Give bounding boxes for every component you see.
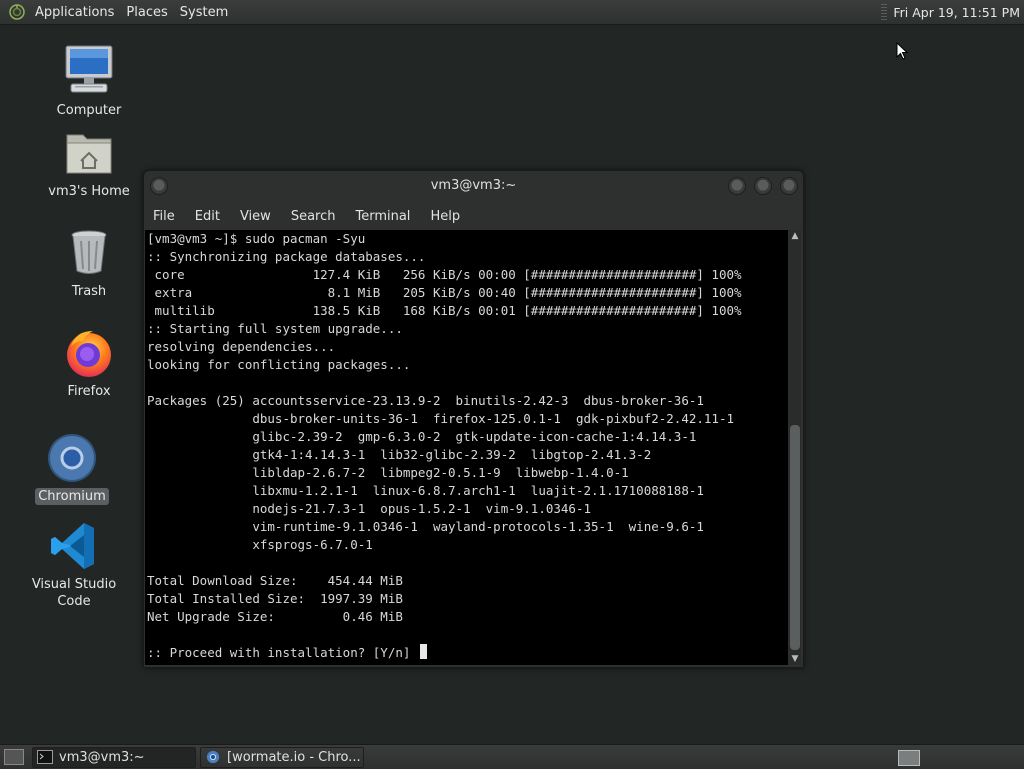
terminal-output[interactable]: [vm3@vm3 ~]$ sudo pacman -Syu:: Synchron…: [145, 230, 788, 665]
top-panel: Applications Places System Fri Apr 19, 1…: [0, 0, 1024, 25]
terminal-line: core 127.4 KiB 256 KiB/s 00:00 [########…: [147, 267, 742, 282]
computer-icon: [61, 44, 117, 100]
terminal-scrollbar[interactable]: ▲ ▼: [789, 230, 801, 665]
terminal-line: Total Download Size: 454.44 MiB: [147, 573, 403, 588]
terminal-line: Packages (25) accountsservice-23.13.9-2 …: [147, 393, 704, 408]
terminal-icon: [37, 750, 53, 764]
desktop-icon-trash[interactable]: Trash: [29, 225, 149, 300]
terminal-line: Total Installed Size: 1997.39 MiB: [147, 591, 403, 606]
terminal-line: Net Upgrade Size: 0.46 MiB: [147, 609, 403, 624]
home-folder-icon: [61, 125, 117, 181]
bottom-panel: vm3@vm3:~ [wormate.io - Chro...: [0, 744, 1024, 769]
terminal-line: multilib 138.5 KiB 168 KiB/s 00:01 [####…: [147, 303, 742, 318]
system-menu[interactable]: System: [174, 5, 234, 20]
window-titlebar[interactable]: vm3@vm3:~: [144, 171, 803, 201]
menu-help[interactable]: Help: [420, 209, 470, 224]
desktop-icon-label: Trash: [71, 284, 107, 299]
terminal-line: libxmu-1.2.1-1 linux-6.8.7.arch1-1 luaji…: [147, 483, 704, 498]
menu-file[interactable]: File: [144, 209, 185, 224]
menu-edit[interactable]: Edit: [185, 209, 230, 224]
maximize-button[interactable]: [754, 177, 772, 195]
scroll-up-arrow-icon[interactable]: ▲: [789, 230, 801, 242]
terminal-prompt: :: Proceed with installation? [Y/n]: [147, 645, 418, 660]
scrollbar-thumb[interactable]: [790, 425, 800, 650]
terminal-window[interactable]: vm3@vm3:~ File Edit View Search Terminal…: [143, 170, 804, 668]
terminal-line: dbus-broker-units-36-1 firefox-125.0.1-1…: [147, 411, 734, 426]
terminal-line: glibc-2.39-2 gmp-6.3.0-2 gtk-update-icon…: [147, 429, 697, 444]
terminal-line: vim-runtime-9.1.0346-1 wayland-protocols…: [147, 519, 704, 534]
text-cursor: [419, 644, 427, 659]
scroll-down-arrow-icon[interactable]: ▼: [789, 653, 801, 665]
menu-view[interactable]: View: [230, 209, 281, 224]
desktop-icon-chromium[interactable]: Chromium: [12, 430, 132, 505]
desktop-icon-vscode[interactable]: Visual Studio Code: [14, 518, 134, 610]
desktop-icon-label: vm3's Home: [48, 184, 130, 199]
vscode-icon: [46, 518, 102, 574]
desktop-icon-firefox[interactable]: Firefox: [29, 325, 149, 400]
applications-menu[interactable]: Applications: [29, 5, 120, 20]
minimize-button[interactable]: [728, 177, 746, 195]
terminal-line: :: Starting full system upgrade...: [147, 321, 403, 336]
menu-terminal[interactable]: Terminal: [345, 209, 420, 224]
terminal-line: nodejs-21.7.3-1 opus-1.5.2-1 vim-9.1.034…: [147, 501, 592, 516]
terminal-line: gtk4-1:4.14.3-1 lib32-glibc-2.39-2 libgt…: [147, 447, 652, 462]
desktop-icon-computer[interactable]: Computer: [29, 44, 149, 119]
firefox-icon: [61, 325, 117, 381]
mouse-pointer-icon: [896, 41, 909, 64]
taskbar-item-terminal[interactable]: vm3@vm3:~: [32, 746, 196, 768]
terminal-line: [vm3@vm3 ~]$ sudo pacman -Syu: [147, 231, 366, 246]
menu-search[interactable]: Search: [281, 209, 346, 224]
desktop-icon-label: Computer: [56, 103, 122, 118]
taskbar-item-label: vm3@vm3:~: [59, 749, 145, 765]
terminal-line: xfsprogs-6.7.0-1: [147, 537, 373, 552]
desktop-icon-home[interactable]: vm3's Home: [29, 125, 149, 200]
trash-icon: [61, 225, 117, 281]
terminal-line: resolving dependencies...: [147, 339, 336, 354]
desktop-icon-label: Chromium: [35, 488, 109, 505]
terminal-menubar: File Edit View Search Terminal Help: [144, 203, 803, 229]
close-button[interactable]: [780, 177, 798, 195]
clock[interactable]: Fri Apr 19, 11:51 PM: [893, 5, 1020, 20]
chromium-icon: [206, 750, 220, 764]
workspace-switcher[interactable]: [898, 750, 920, 766]
panel-handle[interactable]: [881, 4, 888, 20]
desktop-icon-label: Firefox: [67, 384, 111, 399]
window-title: vm3@vm3:~: [430, 178, 517, 193]
taskbar-item-chromium[interactable]: [wormate.io - Chro...: [200, 746, 364, 768]
terminal-line: looking for conflicting packages...: [147, 357, 411, 372]
terminal-line: libldap-2.6.7-2 libmpeg2-0.5.1-9 libwebp…: [147, 465, 629, 480]
distro-logo-icon[interactable]: [9, 4, 25, 20]
chromium-icon: [44, 430, 100, 486]
show-desktop-icon[interactable]: [4, 749, 24, 765]
places-menu[interactable]: Places: [120, 5, 173, 20]
terminal-prompt-line: :: Proceed with installation? [Y/n]: [145, 644, 788, 662]
desktop-icon-label: Visual Studio Code: [31, 577, 117, 609]
taskbar-item-label: [wormate.io - Chro...: [227, 749, 361, 765]
terminal-line: :: Synchronizing package databases...: [147, 249, 426, 264]
terminal-line: extra 8.1 MiB 205 KiB/s 00:40 [#########…: [147, 285, 742, 300]
